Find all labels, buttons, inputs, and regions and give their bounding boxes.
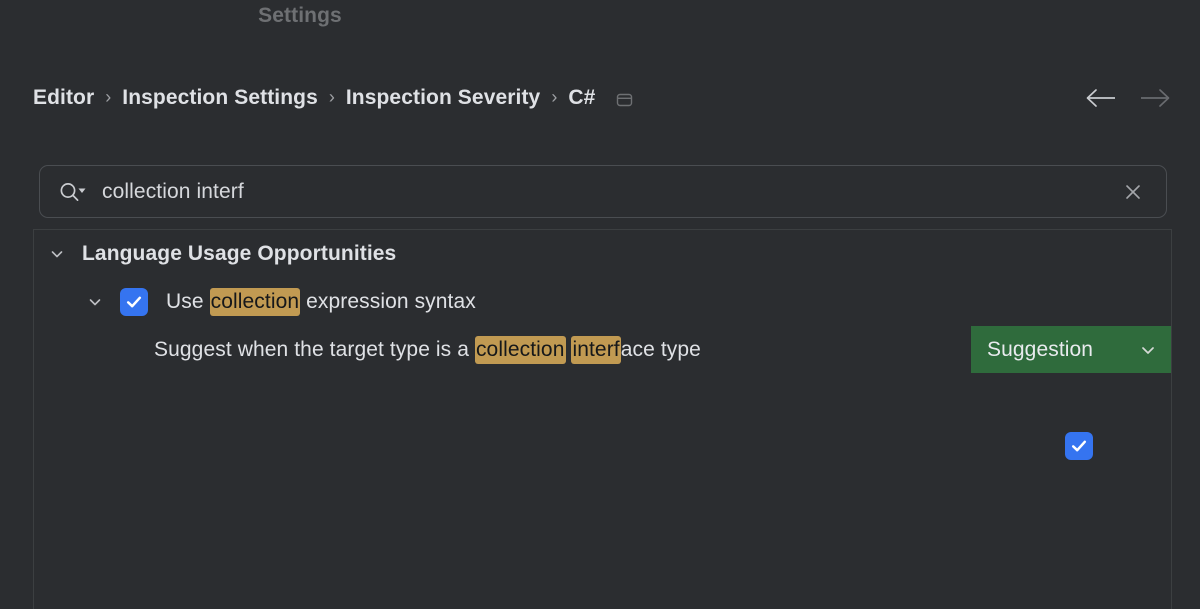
arrow-left-icon[interactable] bbox=[1084, 87, 1118, 109]
search-input[interactable]: collection interf bbox=[102, 180, 1118, 204]
breadcrumb-item-editor[interactable]: Editor bbox=[33, 86, 94, 110]
inspection-enabled-checkbox[interactable] bbox=[120, 288, 148, 316]
search-match-highlight: collection bbox=[474, 336, 566, 364]
tree-group-label: Language Usage Opportunities bbox=[82, 242, 397, 265]
breadcrumb-separator: › bbox=[328, 87, 335, 107]
option-enabled-checkbox[interactable] bbox=[1065, 432, 1093, 460]
chevron-down-icon[interactable] bbox=[82, 294, 108, 310]
text-run: Use bbox=[166, 290, 210, 313]
window-icon[interactable] bbox=[615, 90, 634, 109]
search-match-highlight: interf bbox=[571, 336, 621, 364]
inspections-tree: Language Usage Opportunities Use collect… bbox=[33, 229, 1172, 609]
chevron-down-icon[interactable] bbox=[44, 246, 70, 262]
search-icon[interactable] bbox=[58, 180, 88, 204]
tree-inspection-row[interactable]: Use collection expression syntax Suggest… bbox=[34, 278, 1171, 373]
option-label: Suggest when the target type is a collec… bbox=[154, 336, 701, 364]
navigation-arrows bbox=[1084, 87, 1172, 109]
breadcrumb-separator: › bbox=[551, 87, 558, 107]
breadcrumb-item-inspection-severity[interactable]: Inspection Severity bbox=[346, 86, 540, 110]
close-icon[interactable] bbox=[1118, 177, 1148, 207]
search-match-highlight: collection bbox=[209, 288, 301, 316]
tree-option-row[interactable]: Suggest when the target type is a collec… bbox=[34, 326, 1171, 460]
text-run: expression syntax bbox=[300, 290, 476, 313]
text-run: Suggest when the target type is a bbox=[154, 338, 475, 361]
breadcrumb: Editor › Inspection Settings › Inspectio… bbox=[33, 86, 1084, 110]
arrow-right-icon bbox=[1138, 87, 1172, 109]
breadcrumb-separator: › bbox=[105, 87, 112, 107]
breadcrumb-bar: Editor › Inspection Settings › Inspectio… bbox=[33, 78, 1172, 118]
breadcrumb-item-csharp[interactable]: C# bbox=[568, 86, 595, 110]
breadcrumb-item-inspection-settings[interactable]: Inspection Settings bbox=[122, 86, 318, 110]
tree-group-row[interactable]: Language Usage Opportunities bbox=[34, 230, 1171, 278]
search-field[interactable]: collection interf bbox=[39, 165, 1167, 218]
window-title: Settings bbox=[258, 4, 342, 27]
text-run: ace type bbox=[620, 338, 701, 361]
inspection-label: Use collection expression syntax bbox=[166, 288, 476, 316]
option-checkbox-cell bbox=[1065, 422, 1093, 470]
